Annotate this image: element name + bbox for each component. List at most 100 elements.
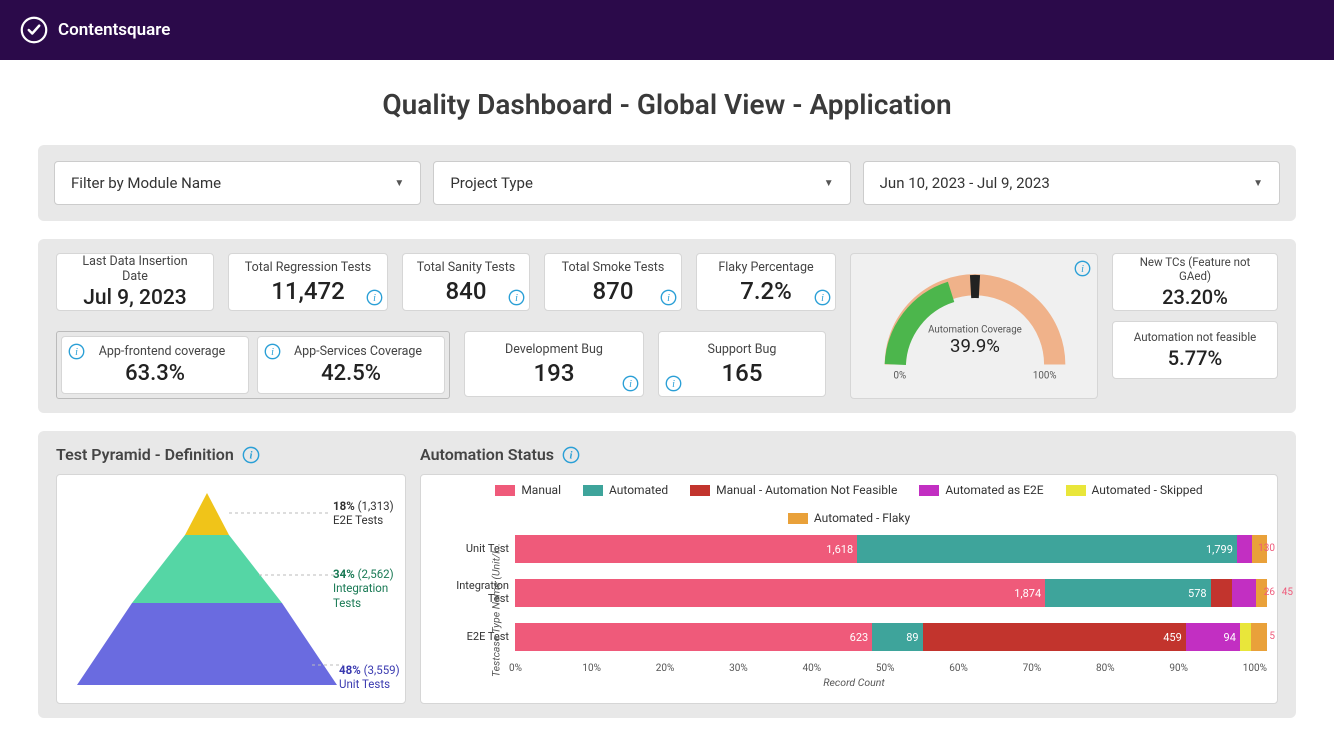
legend-item[interactable]: Manual - Automation Not Feasible [690,483,897,497]
legend-item[interactable]: Automated - Skipped [1066,483,1203,497]
legend-label: Manual [521,483,561,497]
card-label: App-frontend coverage [74,344,236,359]
pyramid-panel: Test Pyramid - Definition i 18% (1,313)E… [56,445,406,704]
legend-label: Automated as E2E [945,483,1043,497]
svg-text:i: i [373,293,376,304]
filter-date-range[interactable]: Jun 10, 2023 - Jul 9, 2023 ▼ [863,161,1280,205]
svg-text:i: i [515,293,518,304]
svg-text:i: i [570,450,573,462]
card-label: Total Sanity Tests [415,260,517,275]
card-value: 63.3% [74,361,236,386]
card-label: Development Bug [477,342,631,357]
legend-item[interactable]: Manual [495,483,561,497]
card-not-feasible: Automation not feasible 5.77% [1112,321,1278,379]
info-icon[interactable]: i [508,289,525,306]
app-header: Contentsquare [0,0,1334,60]
legend-item[interactable]: Automated [583,483,668,497]
bar-segment[interactable]: 578 [1045,579,1210,607]
automation-title: Automation Status [420,445,554,464]
x-tick: 30% [729,663,802,674]
legend-swatch [583,485,603,496]
info-icon[interactable]: i [1074,260,1091,277]
info-icon[interactable]: i [665,375,682,392]
y-axis-label: Testcase Type Name (Unit/I... [489,543,502,677]
svg-text:100%: 100% [1033,371,1057,382]
legend-swatch [788,513,808,524]
bar-overflow-label: 130 [1258,543,1275,554]
caret-down-icon: ▼ [1253,178,1263,189]
bar-segment[interactable]: 89 [872,623,922,651]
bar-segment[interactable] [1237,535,1252,563]
info-icon[interactable]: i [622,375,639,392]
bar-segment[interactable]: 1,618 [515,535,857,563]
info-icon[interactable]: i [242,446,259,463]
filter-module[interactable]: Filter by Module Name ▼ [54,161,421,205]
x-tick: 100% [1243,663,1267,674]
filter-module-label: Filter by Module Name [71,174,221,192]
x-tick: 20% [656,663,729,674]
filter-project-label: Project Type [450,174,533,192]
card-value: 870 [557,277,669,305]
bar-segment[interactable]: 623 [515,623,872,651]
card-value: 193 [477,359,631,387]
svg-text:i: i [672,379,675,390]
info-icon[interactable]: i [366,289,383,306]
info-icon[interactable]: i [68,343,85,360]
card-label: App-Services Coverage [270,344,432,359]
card-label: Last Data Insertion Date [69,254,201,284]
bar-row: E2E Test62389459945 [447,619,1267,655]
pyramid-label-e2e: 18% (1,313)E2E Tests [333,499,394,528]
legend-label: Automated - Skipped [1092,483,1203,497]
svg-text:i: i [821,293,824,304]
right-metrics-column: New TCs (Feature not GAed) 23.20% Automa… [1112,253,1278,399]
caret-down-icon: ▼ [394,178,404,189]
svg-text:Automation Coverage: Automation Coverage [928,325,1022,336]
info-icon[interactable]: i [562,446,579,463]
info-icon[interactable]: i [660,289,677,306]
card-smoke: Total Smoke Tests 870 i [544,253,682,311]
bar-segment[interactable]: 1,874 [515,579,1045,607]
bar-overflow-label: 5 [1269,631,1275,642]
legend-label: Manual - Automation Not Feasible [716,483,897,497]
bar-segment[interactable] [1211,579,1232,607]
bar-segment[interactable] [1232,579,1256,607]
bar-segment[interactable] [1240,623,1251,651]
bar-segment[interactable] [1251,623,1267,651]
card-support-bug: Support Bug 165 i [658,331,826,397]
legend-item[interactable]: Automated as E2E [919,483,1043,497]
pyramid-label-integration: 34% (2,562)Integration Tests [333,567,405,610]
gauge-automation-coverage: i Automation Coverage 39.9% 0% 100% [850,253,1098,399]
legend-label: Automated - Flaky [814,511,910,525]
card-label: New TCs (Feature not GAed) [1125,255,1265,283]
contentsquare-logo-icon [20,16,48,44]
x-tick: 10% [582,663,655,674]
card-value: 42.5% [270,361,432,386]
x-tick: 90% [1169,663,1242,674]
bar-track: 1,8745782645 [515,579,1267,607]
legend-swatch [495,485,515,496]
gauge-chart: Automation Coverage 39.9% 0% 100% [857,260,1093,384]
legend-swatch [690,485,710,496]
x-tick: 50% [876,663,949,674]
bar-segment[interactable]: 1,799 [857,535,1237,563]
filters-row: Filter by Module Name ▼ Project Type ▼ J… [38,145,1296,221]
bar-segment[interactable]: 94 [1186,623,1240,651]
chart-legend: Manual Automated Manual - Automation Not F… [431,481,1267,531]
bar-row: Unit Test1,6181,799130 [447,531,1267,567]
caret-down-icon: ▼ [824,178,834,189]
info-icon[interactable]: i [264,343,281,360]
info-icon[interactable]: i [814,289,831,306]
pyramid-chart: 18% (1,313)E2E Tests 34% (2,562)Integrat… [56,474,406,704]
card-flaky: Flaky Percentage 7.2% i [696,253,836,311]
card-value: 5.77% [1125,346,1265,370]
card-sanity: Total Sanity Tests 840 i [402,253,530,311]
coverage-group: i App-frontend coverage 63.3% i App-Serv… [56,331,450,399]
card-frontend-coverage: i App-frontend coverage 63.3% [61,336,249,394]
card-label: Flaky Percentage [709,260,823,275]
bar-segment[interactable]: 459 [923,623,1186,651]
legend-item[interactable]: Automated - Flaky [788,511,910,525]
card-value: 7.2% [709,277,823,305]
page-title: Quality Dashboard - Global View - Applic… [0,60,1334,145]
filter-project-type[interactable]: Project Type ▼ [433,161,850,205]
card-label: Total Regression Tests [241,260,375,275]
